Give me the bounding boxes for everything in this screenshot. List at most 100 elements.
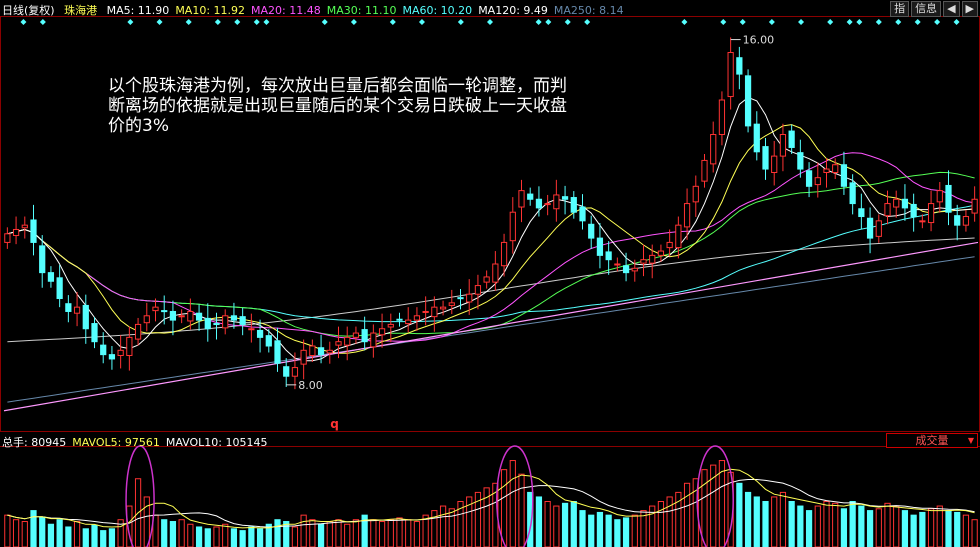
volume-bar <box>849 501 856 547</box>
candle-body <box>474 285 482 295</box>
volume-bar <box>544 501 551 547</box>
volume-bar <box>352 519 360 547</box>
ma-value-6: MA250: 8.14 <box>553 4 624 17</box>
volume-bar <box>413 521 421 547</box>
volume-bar <box>239 530 246 547</box>
top-toolbar: 指 信息 ◀ ▶ <box>890 1 978 17</box>
candle-body <box>927 203 935 224</box>
volume-bar <box>335 519 342 547</box>
volume-bar <box>195 526 203 547</box>
candle-body <box>945 184 952 213</box>
volume-bar <box>858 505 865 547</box>
volume-bar <box>605 514 612 547</box>
candle-body <box>622 265 630 274</box>
volume-bar <box>91 524 98 547</box>
volume-bar <box>326 521 333 547</box>
volume-bar <box>256 528 264 547</box>
candle-body <box>370 332 377 348</box>
candle-body <box>65 303 72 312</box>
candle-body <box>117 349 124 356</box>
volume-bar <box>509 460 516 547</box>
volume-indicator-select[interactable]: 成交量 ▼ <box>886 433 978 448</box>
info-button[interactable]: 信息 <box>911 1 942 17</box>
trend-line <box>3 241 979 412</box>
volume-bar <box>579 510 586 547</box>
event-marker-icon <box>263 19 270 25</box>
candle-body <box>962 216 970 226</box>
ma-value-2: MA20: 11.48 <box>251 4 321 17</box>
volume-bar <box>378 521 386 547</box>
volume-bar <box>614 519 621 547</box>
candle-body <box>805 170 813 187</box>
event-marker-icon <box>564 19 571 25</box>
prev-button[interactable]: ◀ <box>943 1 960 17</box>
candle-body <box>657 250 665 256</box>
ma-value-3: MA30: 11.10 <box>326 4 397 17</box>
candle-body <box>265 335 272 347</box>
volume-bar <box>701 469 708 547</box>
volume-bar <box>893 505 900 547</box>
volume-bar <box>570 501 577 547</box>
event-marker-icon <box>768 19 775 25</box>
candle-body <box>47 272 55 282</box>
volume-bar <box>108 528 116 547</box>
volume-bar <box>936 505 943 547</box>
volume-bar <box>832 502 839 547</box>
event-marker-icon <box>934 19 941 25</box>
candle-body <box>21 224 28 229</box>
candle-body <box>875 220 882 237</box>
candle-body <box>256 329 264 338</box>
indicator-button[interactable]: 指 <box>890 1 910 17</box>
candle-body <box>823 168 830 174</box>
candle-body <box>413 315 421 321</box>
candle-body <box>230 315 238 321</box>
candle-body <box>222 315 229 329</box>
event-marker-icon <box>953 19 960 25</box>
candle-body <box>893 198 900 208</box>
volume-bar <box>439 505 447 547</box>
candle-body <box>701 159 708 182</box>
volume-bar <box>588 514 595 547</box>
candle-body <box>405 319 412 325</box>
ma60-line <box>7 204 975 323</box>
volume-bar <box>518 473 525 547</box>
candle-body <box>396 318 403 321</box>
volume-bar <box>788 501 795 547</box>
candle-body <box>204 317 211 330</box>
candle-body <box>12 228 20 237</box>
candle-body <box>100 344 107 356</box>
event-marker-icon <box>875 19 882 25</box>
volume-bar <box>274 519 281 547</box>
candle-body <box>631 267 638 272</box>
volume-bar <box>283 521 290 547</box>
next-button[interactable]: ▶ <box>961 1 978 17</box>
volume-bar <box>222 523 229 547</box>
volume-bar <box>919 511 926 547</box>
volume-bar <box>300 514 307 547</box>
volume-bar <box>344 523 351 547</box>
candle-body <box>840 164 848 187</box>
candle-body <box>309 345 316 356</box>
volume-bar <box>370 519 377 547</box>
volume-bar <box>405 519 412 547</box>
volume-bar <box>230 528 238 547</box>
candle-body <box>248 328 255 331</box>
volume-bar <box>771 496 778 547</box>
candle-body <box>500 241 508 267</box>
event-marker-icon <box>39 19 46 25</box>
annotation-text: 以个股珠海港为例，每次放出巨量后都会面临一轮调整，而判断离场的依据就是出现巨量随… <box>108 76 567 136</box>
candle-body <box>649 254 656 264</box>
candle-body <box>344 336 351 346</box>
ma-value-0: MA5: 11.90 <box>106 4 170 17</box>
candle-body <box>596 237 604 256</box>
volume-bar <box>12 519 20 547</box>
volume-bar <box>910 514 917 547</box>
volume-bar <box>683 482 691 547</box>
event-marker-icon <box>156 19 163 25</box>
period-label[interactable]: 日线(复权) <box>2 4 55 17</box>
candle-body <box>797 152 804 170</box>
volume-bar <box>248 526 255 547</box>
volume-bar <box>718 460 726 547</box>
event-marker-icon <box>720 19 727 25</box>
candle-body <box>675 224 682 249</box>
